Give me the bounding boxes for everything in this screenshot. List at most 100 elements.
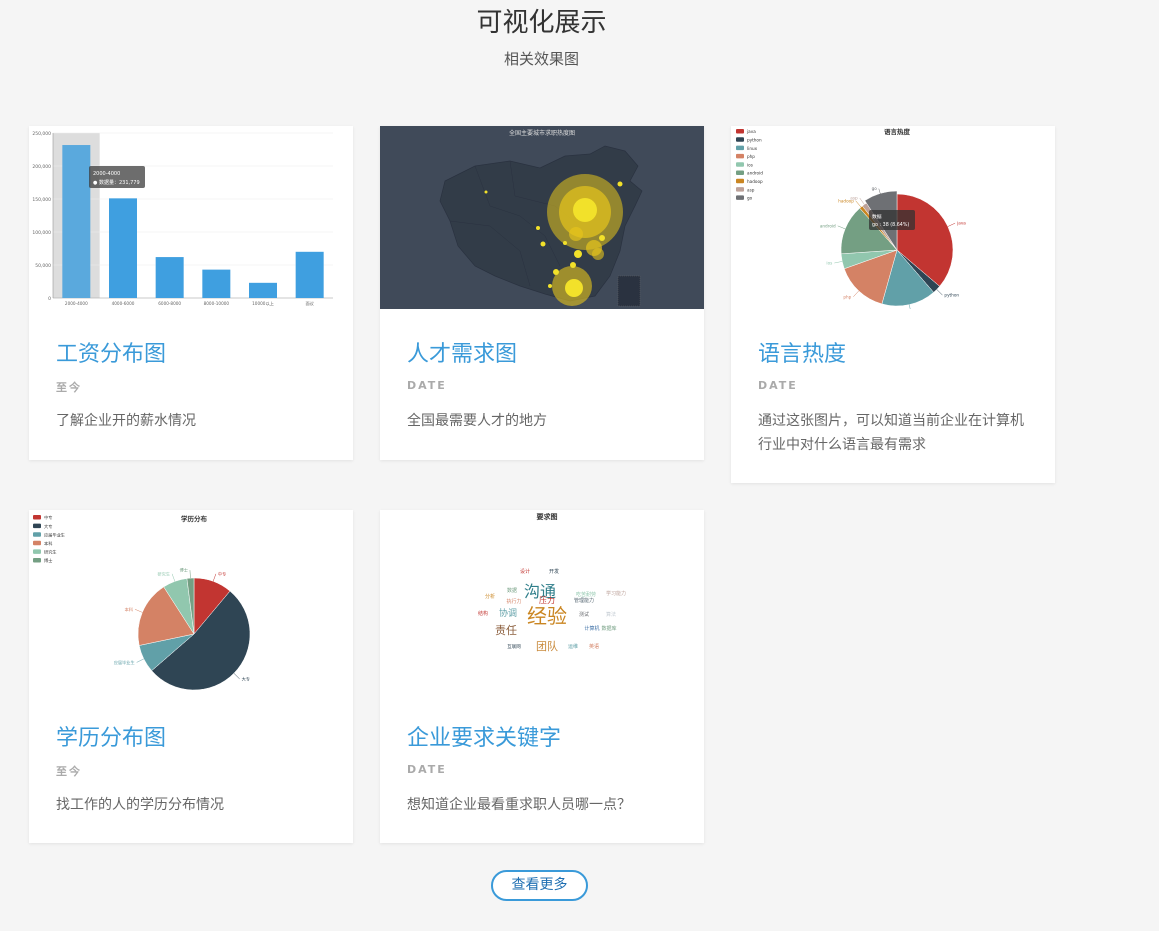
pie-label: 应届毕业生 [114, 659, 135, 666]
legend-swatch [736, 145, 744, 151]
keyword-word-cloud: 要求图 设计 开发团队沟通数据经验责任协调压力吃苦耐劳管理能力测试 算法学习能力执行… [478, 512, 626, 653]
cloud-word: 运维 [568, 643, 578, 650]
legend-label: python [747, 138, 762, 143]
pie-label-line [908, 304, 911, 309]
card-description: 找工作的人的学历分布情况 [56, 797, 224, 813]
legend-swatch [736, 137, 744, 142]
keyword-cloud-thumbnail[interactable]: 要求图 设计 开发 团队 沟通 数据 经验 责任 协调 压力 吃苦耐劳 管理能力 测试 算法 学习能力 执行… [380, 510, 704, 693]
salary-chart-thumbnail[interactable]: 0 50,000 100,000 150,000 200,000 250,000 2000-… [29, 126, 353, 309]
bar [295, 251, 324, 298]
legend-label: 研究生 [44, 549, 57, 556]
page-subtitle: 相关效果图 [503, 50, 579, 68]
pie-label-line [171, 573, 176, 582]
bar [249, 282, 277, 298]
card-keywords[interactable]: 要求图 设计 开发 团队 沟通 数据 经验 责任 协调 压力 吃苦耐劳 管理能力 测试 算法 学习能力 执行… [380, 510, 704, 843]
legend-label: java [746, 129, 756, 134]
bar [62, 145, 91, 298]
talent-map-thumbnail[interactable]: 全国主要城市求职热度图 [380, 126, 704, 309]
pie-label: asp [850, 195, 858, 200]
cloud-word: 设计 [520, 568, 530, 575]
cloud-word: 分析 [485, 593, 495, 600]
legend-label: 博士 [44, 557, 52, 564]
legend-label: android [747, 171, 763, 176]
y-tick-label: 150,000 [32, 197, 51, 203]
legend-swatch [33, 558, 41, 563]
x-tick-label: 面议 [305, 300, 314, 307]
pie-label: python [944, 293, 959, 298]
language-pie-chart: 语言热度 java python linux php ios android hadoop as… [736, 127, 966, 309]
legend-label: php [747, 154, 755, 159]
card-education[interactable]: 学历分布 中专 大专 应届毕业生 本科 研究生 博士 中专 大专 应届毕业生 本科 研究生 博士 学历分… [29, 510, 353, 843]
legend-label: go [747, 196, 753, 201]
pie-label: java [956, 221, 966, 226]
card-date: 至今 [56, 765, 82, 778]
legend-swatch [736, 129, 744, 134]
pie-label-line [853, 290, 859, 297]
card-date: DATE [407, 379, 447, 392]
chart-title: 学历分布 [181, 514, 208, 523]
legend-label: hadoop [747, 179, 763, 184]
pie-label: 博士 [180, 567, 188, 574]
map-title: 全国主要城市求职热度图 [509, 129, 575, 137]
tooltip-line: 数据 [872, 213, 882, 220]
x-tick-label: 4000-6000 [112, 301, 135, 306]
card-date: DATE [758, 379, 798, 392]
pie-label-line [134, 609, 143, 613]
card-salary[interactable]: 0 50,000 100,000 150,000 200,000 250,000 2000-… [29, 126, 353, 460]
card-description: 通过这张图片，可以知道当前企业在计算机行业中对什么语言最有需求 [758, 413, 1024, 453]
pie-label-line [859, 197, 865, 205]
card-description: 想知道企业最看重求职人员哪一点？ [407, 797, 631, 813]
bar [155, 257, 184, 298]
x-tick-label: 10000以上 [252, 300, 274, 306]
x-tick-label: 2000-4000 [65, 301, 88, 306]
x-tick-label: 8000-10000 [204, 301, 230, 306]
legend-swatch [33, 540, 41, 546]
legend-label: 应届毕业生 [44, 531, 65, 538]
pie-label: 本科 [125, 606, 134, 613]
card-talent-demand[interactable]: 全国主要城市求职热度图 人才需求图 DATE 全国最需要人才的地方 [380, 126, 704, 460]
y-tick-label: 50,000 [35, 263, 51, 269]
bar [109, 198, 137, 298]
card-description: 全国最需要人才的地方 [407, 413, 547, 429]
card-title[interactable]: 语言热度 [758, 336, 846, 368]
china-heat-map: 全国主要城市求职热度图 [380, 126, 704, 309]
pie-label: ios [826, 261, 832, 266]
card-title[interactable]: 工资分布图 [56, 336, 166, 368]
card-date: DATE [407, 763, 447, 776]
cloud-word: 互联网 [507, 643, 521, 650]
cloud-word: 测试 [579, 611, 589, 618]
view-more-button[interactable]: 查看更多 [491, 870, 588, 901]
pie-label: android [820, 223, 836, 228]
legend-label: 大专 [44, 523, 52, 530]
x-tick-label: 6000-8000 [158, 301, 181, 306]
cloud-word: 开发 [549, 568, 559, 575]
pie-label: 中专 [218, 570, 226, 577]
education-chart-thumbnail[interactable]: 学历分布 中专 大专 应届毕业生 本科 研究生 博士 中专 大专 应届毕业生 本科 研究生 博士 [29, 510, 353, 693]
card-date: 至今 [56, 381, 82, 394]
chart-title: 语言热度 [884, 127, 911, 136]
cloud-word: 管理能力 [574, 597, 594, 604]
language-chart-thumbnail[interactable]: 语言热度 java python linux php ios android hadoop as… [731, 126, 1055, 309]
card-title[interactable]: 企业要求关键字 [407, 720, 561, 752]
card-description: 了解企业开的薪水情况 [56, 413, 196, 429]
pie-label: php [843, 294, 851, 299]
cloud-word: 数据 [507, 587, 517, 594]
pie-label-line [834, 261, 843, 264]
cloud-word: 吃苦耐劳 [576, 591, 596, 598]
card-title[interactable]: 学历分布图 [56, 720, 166, 752]
tooltip-line: 2000-4000 [93, 171, 120, 177]
y-tick-label: 200,000 [32, 164, 51, 170]
legend-swatch [736, 170, 744, 175]
legend-label: asp [747, 187, 755, 192]
legend-swatch [736, 187, 744, 192]
y-tick-label: 250,000 [32, 131, 51, 137]
legend-swatch [33, 549, 41, 554]
pie-label-line [189, 570, 191, 579]
pie-label: 研究生 [158, 570, 171, 577]
card-title[interactable]: 人才需求图 [407, 336, 517, 368]
legend-label: linux [747, 146, 758, 151]
cloud-word: 团队 [536, 639, 558, 653]
card-language-popularity[interactable]: 语言热度 java python linux php ios android hadoop as… [731, 126, 1055, 483]
legend-swatch [736, 153, 744, 159]
pie-label-line [837, 225, 846, 230]
